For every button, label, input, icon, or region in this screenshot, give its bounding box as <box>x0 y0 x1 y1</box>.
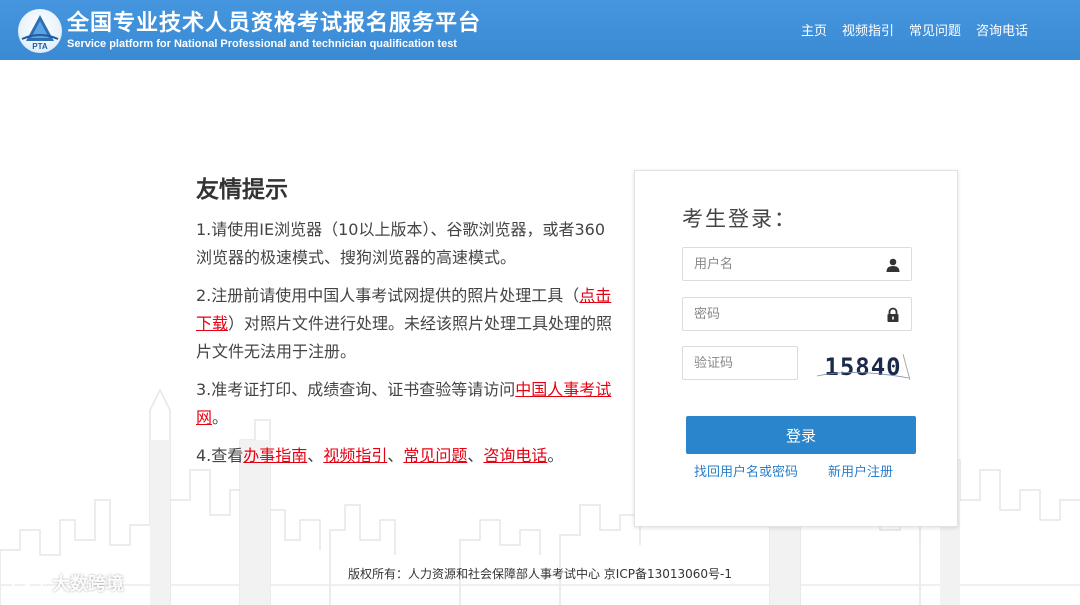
register-link[interactable]: 新用户注册 <box>828 461 893 480</box>
separator: 、 <box>467 446 484 465</box>
forgot-credentials-link[interactable]: 找回用户名或密码 <box>694 461 798 480</box>
user-icon <box>886 258 900 272</box>
password-field-wrapper <box>682 297 912 331</box>
nav-hotline[interactable]: 咨询电话 <box>976 20 1028 39</box>
logo-text: PTA <box>32 42 48 51</box>
watermark: 大数跨境 <box>10 570 124 596</box>
watermark-text: 大数跨境 <box>52 574 124 595</box>
hotline-link[interactable]: 咨询电话 <box>483 446 547 465</box>
lock-icon <box>887 307 899 322</box>
captcha-image[interactable]: 15840 <box>813 348 913 384</box>
tip-browser: 1.请使用IE浏览器（10以上版本）、谷歌浏览器，或者360浏览器的极速模式、搜… <box>196 220 605 267</box>
login-title: 考生登录： <box>682 207 797 231</box>
login-card: 考生登录： 15840 登录 找回用户名或密码 新用户注册 <box>634 170 958 527</box>
tip-photo-tool: 2.注册前请使用中国人事考试网提供的照片处理工具（点击下载）对照片文件进行处理。… <box>196 282 614 366</box>
footer-copyright: 版权所有：人力资源和社会保障部人事考试中心 京ICP备13013060号-1 <box>347 567 732 581</box>
nav-home[interactable]: 主页 <box>801 20 827 39</box>
tip-text: 。 <box>212 408 229 427</box>
pta-logo[interactable]: PTA <box>18 9 62 53</box>
separator: 、 <box>387 446 404 465</box>
friendly-tips: 友情提示 1.请使用IE浏览器（10以上版本）、谷歌浏览器，或者360浏览器的极… <box>196 170 614 480</box>
captcha-text: 15840 <box>824 353 901 381</box>
watermark-logo-icon <box>12 574 43 592</box>
captcha-input[interactable] <box>683 347 793 379</box>
nav-faq[interactable]: 常见问题 <box>909 20 961 39</box>
guide-link[interactable]: 办事指南 <box>243 446 307 465</box>
tip-text: 3.准考证打印、成绩查询、证书查验等请访问 <box>196 380 516 399</box>
captcha-field-wrapper <box>682 346 798 380</box>
top-nav: 主页 视频指引 常见问题 咨询电话 <box>801 20 1028 39</box>
faq-link[interactable]: 常见问题 <box>403 446 467 465</box>
password-input[interactable] <box>683 298 873 330</box>
separator: 、 <box>307 446 324 465</box>
tips-title: 友情提示 <box>196 177 288 203</box>
login-button[interactable]: 登录 <box>686 416 916 454</box>
video-guide-link[interactable]: 视频指引 <box>323 446 387 465</box>
site-subtitle: Service platform for National Profession… <box>67 38 457 50</box>
tip-text: ）对照片文件进行处理。未经该照片处理工具处理的照片文件无法用于注册。 <box>196 314 613 361</box>
tip-view-links: 4.查看办事指南、视频指引、常见问题、咨询电话。 <box>196 442 614 470</box>
tip-text: 2.注册前请使用中国人事考试网提供的照片处理工具（ <box>196 286 580 305</box>
top-header: PTA 全国专业技术人员资格考试报名服务平台 Service platform … <box>0 0 1080 60</box>
site-title: 全国专业技术人员资格考试报名服务平台 <box>67 11 482 36</box>
nav-video-guide[interactable]: 视频指引 <box>842 20 894 39</box>
pta-logo-icon: PTA <box>21 15 59 51</box>
username-field-wrapper <box>682 247 912 281</box>
tip-exam-site: 3.准考证打印、成绩查询、证书查验等请访问中国人事考试网。 <box>196 376 614 432</box>
tip-text: 4.查看 <box>196 446 244 465</box>
tip-text: 。 <box>547 446 564 465</box>
username-input[interactable] <box>683 248 873 280</box>
